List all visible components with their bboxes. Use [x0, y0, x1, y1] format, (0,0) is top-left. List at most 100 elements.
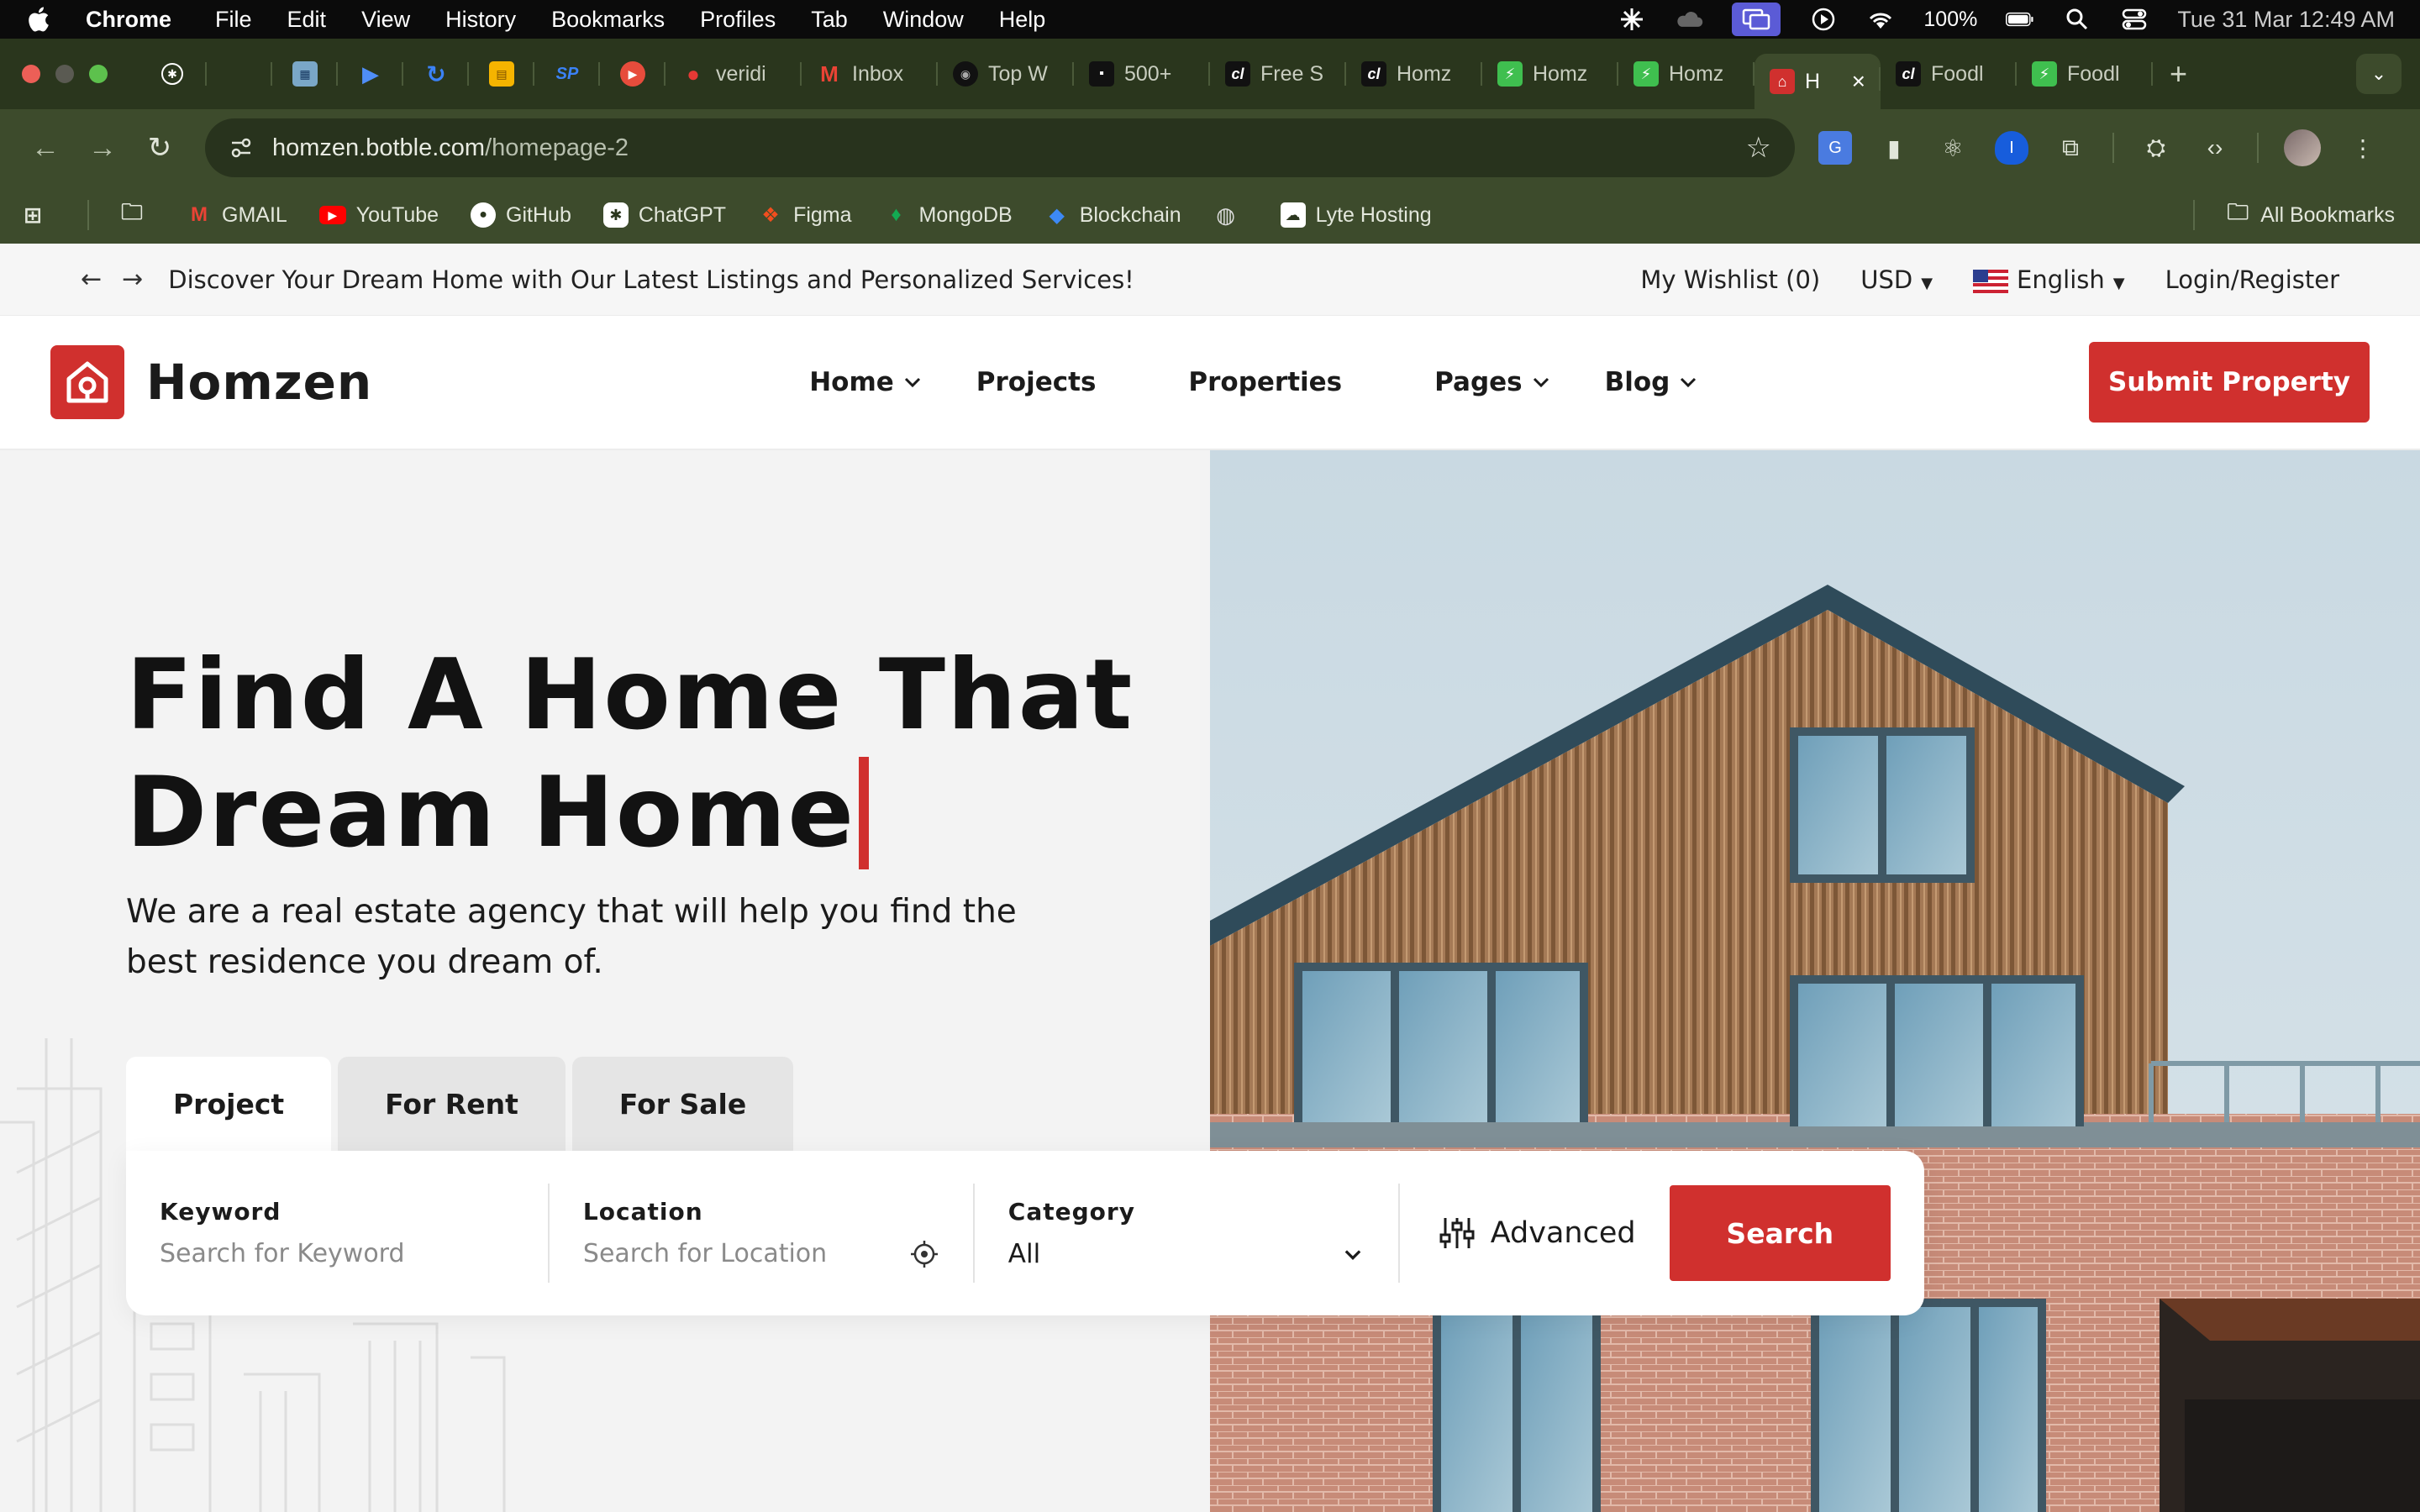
bookmark-chatgpt[interactable]: ✱ ChatGPT — [602, 202, 726, 228]
docs-icon[interactable]: ▮ — [1877, 131, 1911, 165]
currency-selector[interactable]: USD ▼ — [1860, 265, 1933, 294]
wishlist-link[interactable]: My Wishlist (0) — [1640, 265, 1820, 294]
menu-history[interactable]: History — [445, 7, 516, 33]
tab-pinned-sync[interactable]: ↻ — [403, 49, 469, 99]
tab-for-sale[interactable]: For Sale — [571, 1057, 794, 1151]
language-selector[interactable]: English ▼ — [1973, 265, 2125, 294]
minimize-window-button[interactable] — [55, 65, 74, 83]
tab-for-rent[interactable]: For Rent — [338, 1057, 566, 1151]
tab-pinned-sheets[interactable]: ▤ — [469, 49, 534, 99]
wifi-icon[interactable] — [1866, 7, 1895, 32]
all-bookmarks-button[interactable]: 🗀 All Bookmarks — [2225, 199, 2395, 228]
more-menu-icon[interactable]: ⋮ — [2346, 131, 2380, 165]
submit-property-button[interactable]: Submit Property — [2089, 342, 2370, 423]
homzen-logo-icon[interactable] — [50, 345, 124, 419]
menubar-clock[interactable]: Tue 31 Mar 12:49 AM — [2177, 7, 2395, 33]
menu-window[interactable]: Window — [883, 7, 964, 33]
bookmark-blockchain[interactable]: ◆ Blockchain — [1044, 202, 1181, 228]
bookmark-star-icon[interactable]: ☆ — [1746, 131, 1771, 165]
new-tab-button[interactable]: + — [2170, 56, 2187, 92]
tab-veridi[interactable]: ● veridi — [666, 49, 802, 99]
forward-button[interactable]: → — [74, 123, 131, 173]
tab-search-button[interactable]: ⌄ — [2356, 54, 2402, 94]
tab-active-homzen[interactable]: ⌂ H × — [1754, 54, 1881, 109]
tab-pinned-blank[interactable] — [207, 49, 272, 99]
brand-name[interactable]: Homzen — [146, 354, 372, 411]
tab-pinned-record[interactable]: ▶ — [600, 49, 666, 99]
nav-home[interactable]: Home — [809, 367, 923, 397]
bookmark-github[interactable]: ● GitHub — [471, 202, 571, 228]
tab-pinned-sp[interactable]: SP — [534, 49, 600, 99]
tab-homz-1[interactable]: cl Homz — [1346, 49, 1482, 99]
play-circle-icon[interactable] — [1809, 7, 1838, 32]
nav-pages[interactable]: Pages — [1434, 367, 1550, 397]
react-devtools-icon[interactable]: ⚛ — [1936, 131, 1970, 165]
bookmark-mongodb[interactable]: ♦ MongoDB — [884, 202, 1012, 228]
bookmark-youtube[interactable]: ▶ YouTube — [318, 203, 439, 228]
apps-grid-button[interactable]: ⊞ — [20, 202, 55, 228]
zoom-window-button[interactable] — [89, 65, 108, 83]
keyword-field[interactable]: Keyword Search for Keyword — [160, 1184, 550, 1283]
arrow-left-icon[interactable]: ← — [81, 265, 102, 294]
spotlight-search-icon[interactable] — [2063, 7, 2091, 32]
nav-projects[interactable]: Projects — [976, 367, 1097, 397]
asterisk-icon[interactable] — [1618, 7, 1646, 32]
bookmark-figma[interactable]: ❖ Figma — [758, 202, 851, 228]
tab-free-s[interactable]: cl Free S — [1210, 49, 1346, 99]
category-select[interactable]: All — [1008, 1239, 1365, 1269]
profile-avatar[interactable] — [2284, 129, 2321, 166]
login-register-link[interactable]: Login/Register — [2165, 265, 2339, 294]
tab-pinned-openai[interactable]: ✱ — [141, 49, 207, 99]
tab-project[interactable]: Project — [126, 1057, 332, 1151]
bookmark-folder[interactable]: 🗀 — [119, 199, 155, 228]
menu-view[interactable]: View — [361, 7, 410, 33]
cloud-icon[interactable] — [1675, 7, 1703, 32]
bookmark-globe[interactable]: ◍ — [1213, 202, 1249, 228]
tab-pinned-play[interactable]: ▶ — [338, 49, 403, 99]
tab-inbox[interactable]: M Inbox — [802, 49, 938, 99]
tab-homz-2[interactable]: ⚡ Homz — [1482, 49, 1618, 99]
close-window-button[interactable] — [22, 65, 40, 83]
locate-me-icon[interactable] — [909, 1239, 939, 1269]
close-tab-icon[interactable]: × — [1852, 68, 1865, 95]
site-info-icon[interactable] — [229, 135, 254, 160]
translate-icon[interactable]: G — [1818, 131, 1852, 165]
nav-properties[interactable]: Properties — [1188, 367, 1342, 397]
reload-button[interactable]: ↻ — [131, 123, 188, 173]
address-bar[interactable]: homzen.botble.com/homepage-2 ☆ — [205, 118, 1795, 177]
nav-blog[interactable]: Blog — [1605, 367, 1699, 397]
tab-pinned-qr[interactable]: ▦ — [272, 49, 338, 99]
code-icon[interactable]: ‹› — [2198, 131, 2232, 165]
back-button[interactable]: ← — [17, 123, 74, 173]
tab-foodl-1[interactable]: cl Foodl — [1881, 49, 2017, 99]
bookmark-gmail[interactable]: M GMAIL — [187, 202, 287, 228]
bitwarden-icon[interactable]: I — [1995, 131, 2028, 165]
chevron-down-icon — [1344, 1249, 1361, 1260]
advanced-search-button[interactable]: Advanced — [1439, 1215, 1636, 1252]
tab-homz-3[interactable]: ⚡ Homz — [1618, 49, 1754, 99]
bookmark-lyte-hosting[interactable]: ☁ Lyte Hosting — [1280, 202, 1432, 228]
apple-icon[interactable] — [25, 5, 50, 34]
control-center-icon[interactable] — [2120, 7, 2149, 32]
search-button[interactable]: Search — [1669, 1185, 1891, 1281]
extensions-puzzle-icon[interactable]: ⧉ — [2054, 131, 2087, 165]
menu-bookmarks[interactable]: Bookmarks — [551, 7, 665, 33]
menu-help[interactable]: Help — [999, 7, 1046, 33]
menu-profiles[interactable]: Profiles — [700, 7, 776, 33]
screen-mirror-icon[interactable] — [1732, 3, 1781, 36]
menu-tab[interactable]: Tab — [811, 7, 848, 33]
tab-foodl-2[interactable]: ⚡ Foodl — [2017, 49, 2153, 99]
location-input-row[interactable]: Search for Location — [583, 1239, 939, 1269]
keyword-input[interactable]: Search for Keyword — [160, 1239, 514, 1268]
tab-top-w[interactable]: ◉ Top W — [938, 49, 1074, 99]
tab-500[interactable]: ▪ 500+ — [1074, 49, 1210, 99]
menu-app-chrome[interactable]: Chrome — [86, 7, 171, 33]
menu-edit[interactable]: Edit — [287, 7, 327, 33]
category-field[interactable]: Category All — [975, 1184, 1400, 1283]
menu-file[interactable]: File — [215, 7, 252, 33]
location-field[interactable]: Location Search for Location — [550, 1184, 975, 1283]
location-input[interactable]: Search for Location — [583, 1239, 827, 1268]
arrow-right-icon[interactable]: → — [122, 265, 143, 294]
battery-icon[interactable] — [2006, 7, 2034, 32]
incognito-icon[interactable]: ⛭ — [2139, 131, 2173, 165]
